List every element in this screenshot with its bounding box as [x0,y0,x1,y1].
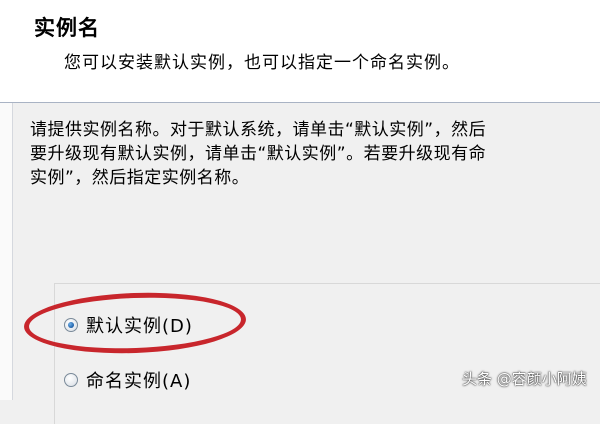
wizard-steps-panel [0,103,13,400]
page-title: 实例名 [34,16,100,40]
watermark: 头条 @容颜小阿姨 [462,370,587,388]
description-line: 实例”，然后指定实例名称。 [30,168,250,188]
page-subtitle: 您可以安装默认实例，也可以指定一个命名实例。 [64,53,460,73]
description-line: 要升级现有默认实例，请单击“默认实例”。若要升级现有命 [30,144,487,164]
wizard-header: 实例名 您可以安装默认实例，也可以指定一个命名实例。 [0,0,600,103]
instance-description: 请提供实例名称。对于默认系统，请单击“默认实例”，然后 要升级现有默认实例，请单… [30,118,600,190]
radio-unchecked-icon[interactable] [64,373,78,387]
named-instance-radio[interactable]: 命名实例(A) [64,367,191,393]
named-instance-label: 命名实例(A) [86,371,192,392]
description-line: 请提供实例名称。对于默认系统，请单击“默认实例”，然后 [30,120,487,140]
